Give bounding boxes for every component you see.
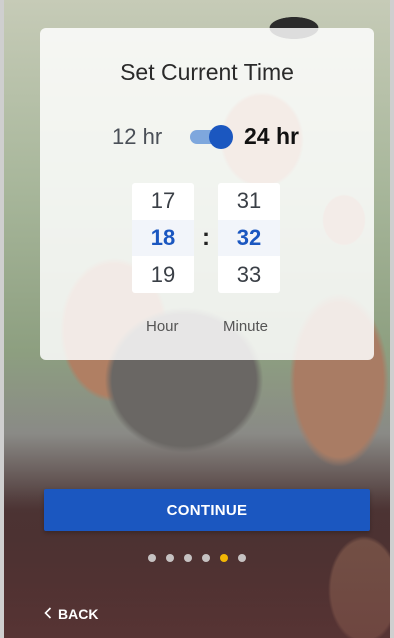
hour-label: Hour	[146, 318, 179, 335]
card-title: Set Current Time	[120, 59, 294, 85]
format-24hr-label[interactable]: 24 hr	[244, 123, 299, 150]
format-toggle-switch[interactable]	[190, 125, 233, 149]
switch-knob[interactable]	[209, 125, 233, 149]
hour-option-selected[interactable]: 18	[132, 220, 194, 256]
minute-option-next[interactable]: 33	[218, 257, 280, 293]
back-label: BACK	[58, 606, 99, 622]
page-dot-active	[220, 553, 228, 562]
page-dot	[148, 553, 156, 562]
minute-label: Minute	[223, 318, 269, 335]
back-button[interactable]: BACK	[44, 604, 98, 624]
format-12hr-label[interactable]: 12 hr	[112, 124, 162, 150]
minute-picker[interactable]: 31 32 33	[218, 183, 280, 293]
set-time-card: Set Current Time 12 hr 24 hr 17 18 19 : …	[40, 28, 374, 360]
hour-option-prev[interactable]: 17	[132, 183, 194, 219]
hour-option-next[interactable]: 19	[132, 257, 194, 293]
minute-option-selected[interactable]: 32	[218, 220, 280, 256]
screen: Set Current Time 12 hr 24 hr 17 18 19 : …	[0, 0, 394, 638]
page-dot	[166, 553, 174, 562]
hour-picker[interactable]: 17 18 19	[132, 183, 194, 293]
minute-option-prev[interactable]: 31	[218, 183, 280, 219]
page-indicator	[4, 549, 390, 562]
page-dot	[184, 553, 192, 562]
page-dot	[238, 553, 246, 562]
format-toggle-row: 12 hr 24 hr	[40, 120, 374, 154]
time-separator: :	[202, 224, 210, 251]
continue-button[interactable]: CONTINUE	[44, 489, 370, 531]
chevron-left-icon	[44, 606, 52, 622]
page-dot	[202, 553, 210, 562]
